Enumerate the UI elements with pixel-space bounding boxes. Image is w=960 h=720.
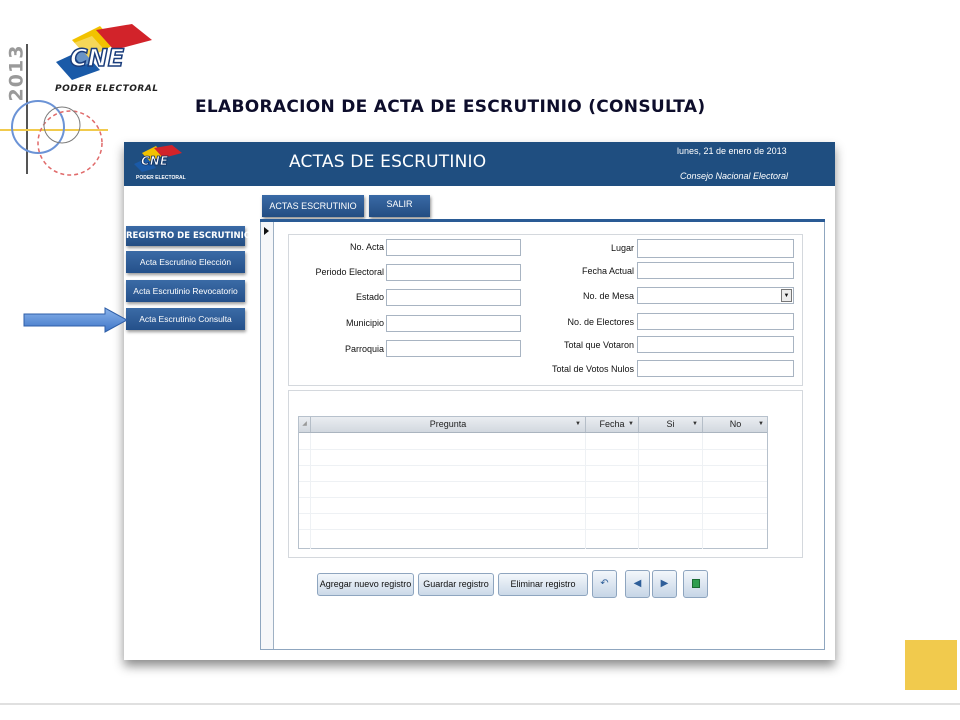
record-selector[interactable] bbox=[261, 222, 274, 649]
previous-icon: ◀ bbox=[633, 578, 642, 589]
table-row bbox=[299, 529, 767, 530]
sidebar-item-revocatorio[interactable]: Acta Escrutinio Revocatorio bbox=[126, 280, 245, 302]
next-button[interactable]: ▶ bbox=[652, 570, 677, 598]
delete-record-button[interactable]: Eliminar registro bbox=[498, 573, 588, 596]
add-record-button[interactable]: Agregar nuevo registro bbox=[317, 573, 414, 596]
app-screenshot: CNE PODER ELECTORAL ACTAS DE ESCRUTINIO … bbox=[124, 142, 835, 660]
label-no-acta: No. Acta bbox=[349, 242, 384, 252]
sort-arrow-icon: ▼ bbox=[628, 421, 634, 427]
col-header-si[interactable]: Si ▼ bbox=[638, 417, 702, 432]
col-header-no[interactable]: No ▼ bbox=[702, 417, 768, 432]
slide-title: ELABORACION DE ACTA DE ESCRUTINIO (CONSU… bbox=[195, 97, 706, 117]
app-title: ACTAS DE ESCRUTINIO bbox=[289, 152, 487, 172]
periodo-electoral-input[interactable] bbox=[386, 264, 521, 281]
grid-col-line bbox=[702, 433, 703, 549]
table-row bbox=[299, 497, 767, 498]
header-organization: Consejo Nacional Electoral bbox=[680, 171, 789, 181]
next-icon: ▶ bbox=[660, 578, 669, 589]
corner-accent bbox=[905, 640, 957, 690]
current-record-icon bbox=[264, 227, 269, 235]
app-header: CNE PODER ELECTORAL ACTAS DE ESCRUTINIO … bbox=[124, 142, 835, 186]
header-logo-caption: PODER ELECTORAL bbox=[136, 175, 186, 181]
grid-col-line bbox=[310, 433, 311, 549]
stop-icon bbox=[691, 578, 700, 588]
label-estado: Estado bbox=[355, 292, 384, 302]
label-total-votos-nulos: Total de Votos Nulos bbox=[551, 364, 634, 374]
grid-header: ◢ Pregunta ▼ Fecha ▼ Si ▼ No ▼ bbox=[299, 417, 767, 433]
previous-button[interactable]: ◀ bbox=[625, 570, 650, 598]
label-no-electores: No. de Electores bbox=[567, 317, 634, 327]
tab-actas-escrutinio[interactable]: ACTAS ESCRUTINIO bbox=[262, 195, 364, 217]
header-date: lunes, 21 de enero de 2013 bbox=[677, 146, 787, 156]
undo-button[interactable]: ↶ bbox=[592, 570, 617, 598]
chevron-down-icon[interactable]: ▼ bbox=[781, 289, 792, 302]
parroquia-input[interactable] bbox=[386, 340, 521, 357]
cne-logo-small: CNE bbox=[134, 145, 182, 172]
pointer-arrow-icon bbox=[23, 307, 128, 333]
logo-caption: PODER ELECTORAL bbox=[55, 84, 159, 94]
bottom-rule bbox=[0, 703, 960, 705]
no-mesa-select[interactable]: ▼ bbox=[637, 287, 794, 304]
municipio-input[interactable] bbox=[386, 315, 521, 332]
svg-text:CNE: CNE bbox=[70, 44, 125, 72]
total-votos-nulos-input[interactable] bbox=[637, 360, 794, 377]
label-parroquia: Parroquia bbox=[344, 344, 384, 354]
sort-arrow-icon: ▼ bbox=[758, 421, 764, 427]
no-electores-input[interactable] bbox=[637, 313, 794, 330]
sidebar-item-consulta[interactable]: Acta Escrutinio Consulta bbox=[126, 308, 245, 330]
grid-panel: ◢ Pregunta ▼ Fecha ▼ Si ▼ No ▼ bbox=[288, 390, 803, 558]
total-votaron-input[interactable] bbox=[637, 336, 794, 353]
sort-arrow-icon: ▼ bbox=[692, 421, 698, 427]
preguntas-grid[interactable]: ◢ Pregunta ▼ Fecha ▼ Si ▼ No ▼ bbox=[298, 416, 768, 549]
label-municipio: Municipio bbox=[345, 318, 384, 328]
fields-panel: No. Acta Periodo Electoral Estado Munici… bbox=[288, 234, 803, 386]
lugar-input[interactable] bbox=[637, 239, 794, 258]
label-lugar: Lugar bbox=[610, 243, 634, 253]
grid-col-line bbox=[638, 433, 639, 549]
undo-icon: ↶ bbox=[600, 578, 609, 589]
table-row bbox=[299, 513, 767, 514]
table-row bbox=[299, 465, 767, 466]
year-label: 2013 bbox=[5, 44, 28, 102]
table-row bbox=[299, 449, 767, 450]
col-header-pregunta[interactable]: Pregunta ▼ bbox=[310, 417, 585, 432]
col-header-fecha[interactable]: Fecha ▼ bbox=[585, 417, 638, 432]
save-record-button[interactable]: Guardar registro bbox=[418, 573, 494, 596]
stop-button[interactable] bbox=[683, 570, 708, 598]
decor-circles bbox=[0, 100, 108, 176]
sidebar-header: REGISTRO DE ESCRUTINIO bbox=[126, 226, 251, 246]
estado-input[interactable] bbox=[386, 289, 521, 306]
sidebar-item-eleccion[interactable]: Acta Escrutinio Elección bbox=[126, 251, 245, 273]
form-area: No. Acta Periodo Electoral Estado Munici… bbox=[260, 222, 825, 650]
cne-logo: CNE bbox=[56, 24, 152, 80]
label-no-mesa: No. de Mesa bbox=[582, 291, 634, 301]
no-acta-input[interactable] bbox=[386, 239, 521, 256]
fecha-actual-input[interactable] bbox=[637, 262, 794, 279]
sort-arrow-icon: ▼ bbox=[575, 421, 581, 427]
label-total-votaron: Total que Votaron bbox=[563, 340, 634, 350]
grid-corner[interactable]: ◢ bbox=[299, 417, 310, 432]
grid-col-line bbox=[585, 433, 586, 549]
label-fecha-actual: Fecha Actual bbox=[581, 266, 634, 276]
table-row bbox=[299, 481, 767, 482]
tab-salir[interactable]: SALIR bbox=[369, 195, 430, 217]
svg-text:CNE: CNE bbox=[141, 154, 169, 168]
label-periodo-electoral: Periodo Electoral bbox=[315, 267, 384, 277]
